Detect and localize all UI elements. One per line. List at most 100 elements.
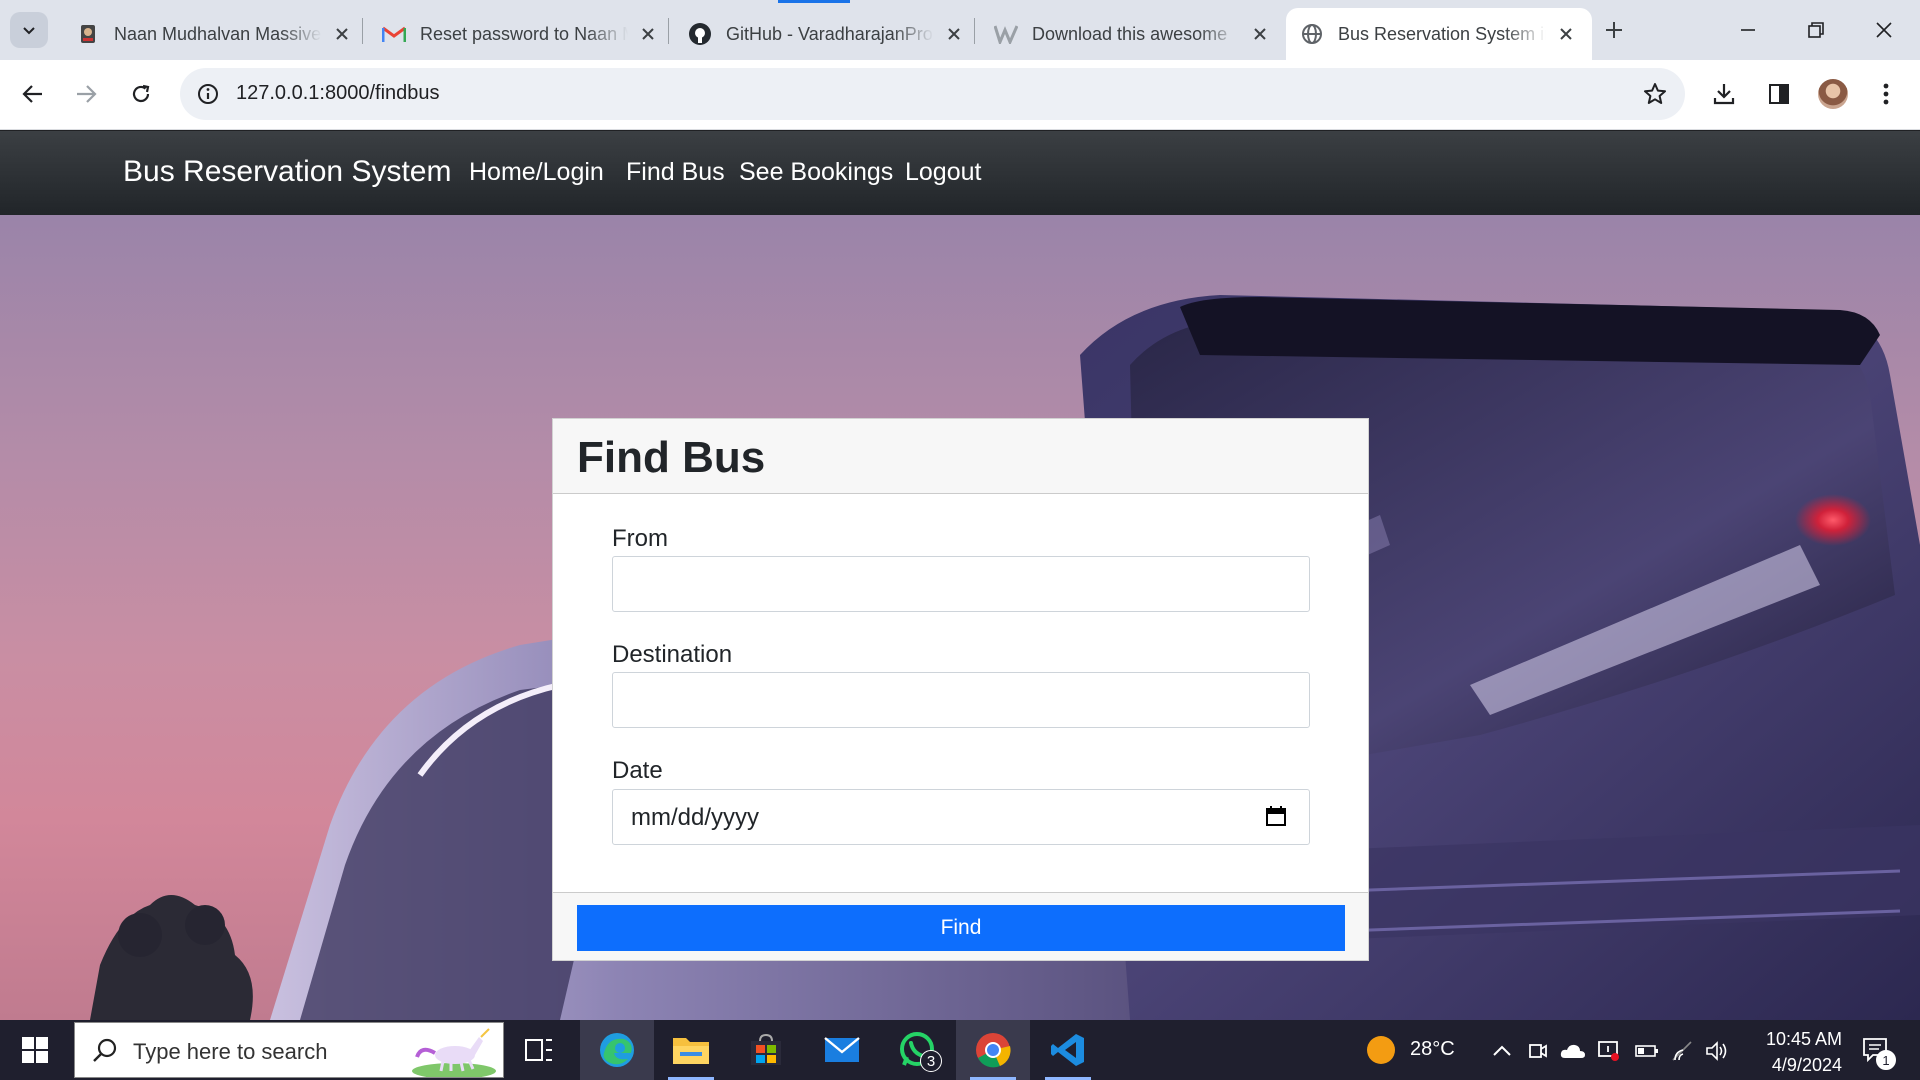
address-bar[interactable]: 127.0.0.1:8000/findbus: [180, 68, 1685, 120]
reload-icon: [132, 84, 150, 103]
windows-taskbar: Type here to search 3 28°C 10:45 AM 4/9/…: [0, 1020, 1920, 1080]
tab-download[interactable]: Download this awesome: [980, 8, 1286, 60]
file-explorer-app[interactable]: [654, 1020, 728, 1080]
browser-toolbar: 127.0.0.1:8000/findbus: [0, 60, 1920, 130]
windows-logo-icon: [22, 1037, 48, 1063]
whatsapp-badge: 3: [920, 1050, 942, 1072]
side-panel-button[interactable]: [1759, 74, 1799, 114]
close-icon[interactable]: [330, 22, 354, 46]
task-view-button[interactable]: [502, 1020, 576, 1080]
star-icon: [1644, 83, 1666, 104]
date-input[interactable]: mm/dd/yyyy: [612, 789, 1310, 845]
brand-link[interactable]: Bus Reservation System: [123, 155, 451, 189]
browser-tab-bar: Naan Mudhalvan Massive Reset password to…: [0, 0, 1920, 60]
minimize-button[interactable]: [1714, 0, 1782, 60]
close-window-button[interactable]: [1850, 0, 1918, 60]
more-vertical-icon: [1883, 83, 1889, 105]
edge-app[interactable]: [580, 1020, 654, 1080]
tab-github[interactable]: GitHub - VaradharajanPro: [674, 8, 980, 60]
battery-icon[interactable]: [1634, 1038, 1660, 1064]
url-text[interactable]: 127.0.0.1:8000/findbus: [236, 82, 440, 105]
microsoft-store-app[interactable]: [729, 1020, 803, 1080]
new-tab-button[interactable]: [1596, 12, 1632, 48]
w-logo-icon: [994, 22, 1018, 46]
profile-button[interactable]: [1813, 74, 1853, 114]
tab-bus-reservation[interactable]: Bus Reservation System in: [1286, 8, 1592, 60]
notification-count: 1: [1876, 1050, 1896, 1070]
arrow-left-icon: [22, 85, 42, 103]
loading-indicator: [778, 0, 850, 3]
folder-icon: [673, 1038, 709, 1064]
chrome-icon: [976, 1033, 1011, 1068]
clock-time: 10:45 AM: [1765, 1029, 1842, 1049]
find-button[interactable]: Find: [577, 905, 1345, 951]
volume-icon[interactable]: [1704, 1038, 1730, 1064]
tab-title: Naan Mudhalvan Massive: [114, 23, 322, 44]
chrome-app[interactable]: [956, 1020, 1030, 1080]
tab-separator: [362, 18, 363, 44]
close-icon[interactable]: [636, 22, 660, 46]
card-header: Find Bus: [553, 419, 1368, 494]
taskbar-search[interactable]: Type here to search: [74, 1022, 504, 1078]
minimize-icon: [1741, 29, 1755, 31]
start-button[interactable]: [0, 1020, 70, 1080]
weather-temperature[interactable]: 28°C: [1410, 1038, 1455, 1061]
side-panel-icon: [1769, 84, 1789, 104]
taskbar-clock[interactable]: 10:45 AM 4/9/2024: [1742, 1026, 1842, 1078]
page-viewport: Bus Reservation System Home/Login Find B…: [0, 131, 1920, 1020]
tab-title: Bus Reservation System in: [1338, 23, 1546, 44]
plus-icon: [1606, 22, 1622, 38]
close-icon[interactable]: [1248, 22, 1272, 46]
clock-date: 4/9/2024: [1771, 1055, 1842, 1075]
bookmark-button[interactable]: [1639, 78, 1671, 110]
vscode-icon: [1051, 1034, 1084, 1066]
whatsapp-app[interactable]: 3: [880, 1020, 954, 1080]
tab-search-button[interactable]: [10, 12, 48, 48]
date-placeholder: mm/dd/yyyy: [631, 804, 760, 831]
vscode-app[interactable]: [1031, 1020, 1105, 1080]
chevron-down-icon: [23, 27, 35, 35]
store-icon: [751, 1033, 781, 1065]
restore-button[interactable]: [1782, 0, 1850, 60]
tab-title: Download this awesome: [1032, 23, 1228, 44]
forward-button[interactable]: [66, 74, 106, 114]
nav-home-login[interactable]: Home/Login: [469, 158, 604, 187]
weather-icon[interactable]: [1366, 1035, 1396, 1065]
network-icon[interactable]: [1670, 1038, 1696, 1064]
tab-separator: [974, 18, 975, 44]
mail-app[interactable]: [805, 1020, 879, 1080]
page-title: Find Bus: [577, 433, 766, 482]
reload-button[interactable]: [121, 74, 161, 114]
close-icon[interactable]: [942, 22, 966, 46]
naan-mudhalvan-favicon-icon: [76, 22, 100, 46]
unicorn-illustration-icon: [412, 1028, 496, 1077]
globe-icon: [1300, 22, 1324, 46]
nav-see-bookings[interactable]: See Bookings: [739, 158, 893, 187]
tab-title: GitHub - VaradharajanPro: [726, 23, 933, 44]
close-icon[interactable]: [1554, 22, 1578, 46]
site-navbar: Bus Reservation System Home/Login Find B…: [0, 131, 1920, 215]
chevron-up-icon: [1493, 1045, 1511, 1056]
restore-icon: [1808, 22, 1824, 38]
calendar-icon[interactable]: [1265, 805, 1289, 829]
back-button[interactable]: [13, 74, 53, 114]
nav-logout[interactable]: Logout: [905, 158, 981, 187]
find-bus-card: Find Bus From Destination Date mm/dd/yyy…: [552, 418, 1369, 961]
onedrive-icon[interactable]: [1560, 1038, 1586, 1064]
from-input[interactable]: [612, 556, 1310, 612]
edge-icon: [600, 1033, 634, 1067]
card-footer: Find: [553, 892, 1368, 960]
security-icon[interactable]: [1596, 1038, 1622, 1064]
nav-find-bus[interactable]: Find Bus: [626, 158, 725, 187]
avatar: [1818, 79, 1848, 109]
site-info-button[interactable]: [190, 76, 226, 112]
meet-now-icon[interactable]: [1525, 1038, 1551, 1064]
tab-gmail[interactable]: Reset password to Naan M: [368, 8, 674, 60]
search-placeholder: Type here to search: [133, 1039, 328, 1064]
tab-naan-mudhalvan[interactable]: Naan Mudhalvan Massive: [62, 8, 368, 60]
downloads-button[interactable]: [1704, 74, 1744, 114]
destination-input[interactable]: [612, 672, 1310, 728]
notification-center-button[interactable]: 1: [1856, 1030, 1896, 1070]
show-hidden-icons-button[interactable]: [1489, 1038, 1515, 1064]
menu-button[interactable]: [1866, 74, 1906, 114]
